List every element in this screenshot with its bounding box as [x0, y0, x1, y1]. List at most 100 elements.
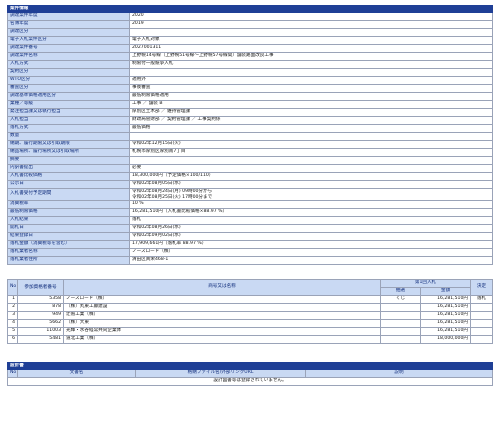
bid-row: 4 5662 （株）大東 16,281,510円: [7, 319, 493, 328]
info-row: 消費税率 10 %: [7, 200, 493, 209]
info-value: 工事 ／ 舗装 B: [129, 100, 493, 109]
info-label: 調達案件名称: [7, 52, 130, 61]
info-value: 札幌市厚別区厚別南7丁目: [129, 148, 493, 157]
info-row: 入札書受付予定期間 令和02年08月24日(月) 09時00分から 令和02年08…: [7, 188, 493, 201]
bid-no: 1: [7, 295, 18, 304]
info-value: 令和02年12月15日(火): [129, 140, 493, 149]
col-decision: 決定: [470, 279, 493, 296]
decision-cell: [470, 319, 493, 328]
info-label: 調達区分: [7, 28, 130, 37]
info-label: WTO区分: [7, 76, 130, 85]
bid-no: 5: [7, 327, 18, 336]
info-row: 最低制限価格 16,281,510円（入札書比較価格×88.97 %）: [7, 208, 493, 217]
bidder-number: 949: [17, 311, 64, 320]
decision-cell: [470, 335, 493, 344]
info-label: 内訳書提出: [7, 164, 130, 173]
col-check: 抽選: [380, 287, 421, 296]
info-row: 納期、履行期限又は引取期限 令和02年12月15日(火): [7, 140, 493, 149]
case-info-header: 案件情報: [7, 5, 493, 13]
info-row: 納品場所、履行場所又は引取場所 札幌市厚別区厚別南7丁目: [7, 148, 493, 157]
info-value: 2019: [129, 20, 493, 29]
info-value: 令和02年08月26日(水): [129, 224, 493, 233]
info-label: 入札方式: [7, 60, 130, 69]
info-value: 制限付一般競争入札: [129, 60, 493, 69]
info-row: 公示日 令和02年08月05日(水): [7, 180, 493, 189]
bid-amount: 16,281,510円: [420, 311, 471, 320]
bid-no: 4: [7, 319, 18, 328]
bid-results-table: No 参加資格者番号 商号又は名称 第1回入札 決定 抽選 金額 1 5358 ノー…: [7, 279, 493, 344]
info-row: 落札業者住所 清田区真栄468-1: [7, 256, 493, 265]
info-label: 落札業者住所: [7, 256, 130, 265]
bidder-name: （株）大東: [63, 319, 381, 328]
bidder-number: 5358: [17, 295, 64, 304]
info-row: 調達案件名称 上野幌14号線（上野幌51号線～上野幌57号線間）舗装路面改良工事: [7, 52, 493, 61]
info-row: 入札書比較価格 18,300,000円（予定価格×100/110）: [7, 172, 493, 181]
decision-cell: [470, 311, 493, 320]
info-row: 発注担当課又は執行担当 厚別区土木部 ／ 維持管理課: [7, 108, 493, 117]
bidder-number: 5481: [17, 335, 64, 344]
info-value: 16,281,510円（入札書比較価格×88.97 %）: [129, 208, 493, 217]
info-value: [129, 68, 493, 77]
info-row: 審査区分 事後審査: [7, 84, 493, 93]
lottery-cell: くじ: [380, 295, 421, 304]
info-value: 2020: [129, 12, 493, 21]
col-amount: 金額: [420, 287, 471, 296]
info-label: 入札書受付予定期間: [7, 188, 130, 201]
decision-cell: [470, 303, 493, 312]
info-label: 入札書比較価格: [7, 172, 130, 181]
info-value: 令和02年08月24日(月) 09時00分から 令和02年08月25日(火) 1…: [129, 188, 493, 201]
info-row: 調達案件番号 2027001311: [7, 44, 493, 53]
design-docs-header: 設計書: [7, 362, 493, 370]
info-value: 適用外: [129, 76, 493, 85]
info-label: 名簿年度: [7, 20, 130, 29]
bidder-number: 11003: [17, 327, 64, 336]
info-label: 摘要: [7, 156, 130, 165]
bid-row: 3 949 辻殖工業（株） 16,281,510円: [7, 311, 493, 320]
info-value: 上野幌14号線（上野幌51号線～上野幌57号線間）舗装路面改良工事: [129, 52, 493, 61]
info-value: 電子入札対象: [129, 36, 493, 45]
info-value: 事後審査: [129, 84, 493, 93]
info-row: 調達区分: [7, 28, 493, 37]
bidder-name: 道北工業（株）: [63, 335, 381, 344]
info-row: 契約区分: [7, 68, 493, 77]
lottery-cell: [380, 335, 421, 344]
info-label: 納品場所、履行場所又は引取場所: [7, 148, 130, 157]
info-value: 17,909,661円（落札率 88.97 %）: [129, 240, 493, 249]
info-row: 結果登録日 令和02年09月02日(水): [7, 232, 493, 241]
info-label: 調達基準価格適用区分: [7, 92, 130, 101]
info-row: WTO区分 適用外: [7, 76, 493, 85]
bidder-number: 5662: [17, 319, 64, 328]
info-value: 必要: [129, 164, 493, 173]
info-value: 令和02年08月05日(水): [129, 180, 493, 189]
info-row: 摘要: [7, 156, 493, 165]
info-row: 開札日 令和02年08月26日(水): [7, 224, 493, 233]
info-row: 業種／等級 工事 ／ 舗装 B: [7, 100, 493, 109]
info-label: 納期、履行期限又は引取期限: [7, 140, 130, 149]
info-value: 18,300,000円（予定価格×100/110）: [129, 172, 493, 181]
bid-no: 3: [7, 311, 18, 320]
col-no: No: [7, 279, 18, 296]
info-label: 発注担当課又は執行担当: [7, 108, 130, 117]
info-value: 最低価格: [129, 124, 493, 133]
no-docs-message: 設計図書等は登録されていません。: [7, 377, 493, 386]
case-info-table: 案件情報 調達案件年度 2020 名簿年度 2019 調達区分 電子入札案件区分 電子入札対…: [7, 5, 493, 265]
col-bidder-no: 参加資格者番号: [17, 279, 64, 296]
info-row: 名簿年度 2019: [7, 20, 493, 29]
bid-row: 5 11003 光輝・水谷経常共同企業体 16,281,510円: [7, 327, 493, 336]
info-label: 落札金額（消費税等を含む）: [7, 240, 130, 249]
col-name: 商号又は名称: [63, 279, 381, 296]
info-value: [129, 28, 493, 37]
info-label: 公示日: [7, 180, 130, 189]
doc-col-name: 文書名: [17, 369, 136, 378]
info-value: 財政局管財部 ／ 契約管理課 ／ 工事契約係: [129, 116, 493, 125]
info-value: 清田区真栄468-1: [129, 256, 493, 265]
info-label: 消費税率: [7, 200, 130, 209]
info-value: [129, 132, 493, 141]
info-value: ノースロード（株）: [129, 248, 493, 257]
info-row: 入札方式 制限付一般競争入札: [7, 60, 493, 69]
info-label: 入札担当: [7, 116, 130, 125]
info-label: 数量: [7, 132, 130, 141]
doc-col-file: 格納ファイル名/外部リンクURL: [135, 369, 306, 378]
bidder-name: 辻殖工業（株）: [63, 311, 381, 320]
lottery-cell: [380, 319, 421, 328]
